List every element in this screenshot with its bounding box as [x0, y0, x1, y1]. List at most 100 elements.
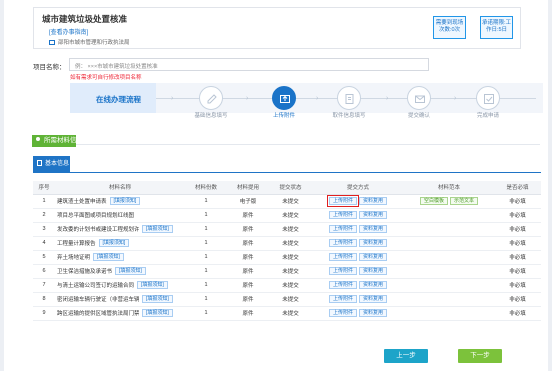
material-name: 弃土场地证明	[57, 255, 91, 261]
upload-attachment-button[interactable]: 上传附件	[328, 309, 357, 317]
table-row: 9 跨区运输的提供区域管执法局门禁... [填报须知] 1 原件 未提交 上传附件 资料复用非…	[33, 306, 541, 321]
basic-info-tab[interactable]: 基本信息	[33, 156, 70, 172]
material-name: 项目总平面图或项目规划红线图	[57, 213, 135, 219]
material-name-cell: 弃土场地证明 [填报须知]	[55, 250, 185, 265]
row-number: 5	[33, 250, 55, 265]
material-type: 原件	[227, 264, 269, 279]
prev-step-button[interactable]: 上一步	[384, 349, 428, 363]
reuse-material-button[interactable]: 资料复用	[359, 239, 388, 247]
project-name-input[interactable]: 例： ×××市城市建筑垃圾处置核准	[69, 58, 429, 71]
step-label: 上传附件	[272, 113, 295, 119]
col-header-name: 材料名称	[55, 181, 185, 195]
service-guide-link[interactable]: [查看办事指南]	[49, 27, 88, 36]
material-name-cell: 与清土运输公司签订的运输合同 [填报须知]	[55, 278, 185, 293]
fill-guide-link[interactable]: [填报须知]	[142, 295, 173, 303]
table-row: 4 工程量计算报告 [填报须知] 1 原件 未提交 上传附件 资料复用 非必填	[33, 236, 541, 251]
building-icon	[49, 40, 55, 45]
fill-guide-link[interactable]: [填报须知]	[142, 309, 173, 317]
reuse-material-button[interactable]: 资料复用	[359, 267, 388, 275]
table-row: 8密闭运输车辆行驶证（非营运车辆）或道路运输证（营运车辆）[填报须知]1原件未提…	[33, 292, 541, 307]
template-cell	[404, 250, 494, 265]
col-header-type: 材料提用	[227, 181, 269, 195]
next-step-button[interactable]: 下一步	[458, 349, 502, 363]
step-label: 取件信息填写	[332, 113, 366, 119]
reuse-material-button[interactable]: 资料复用	[359, 295, 388, 303]
material-type: 原件	[227, 306, 269, 321]
row-number: 1	[33, 194, 55, 209]
step-circle	[407, 86, 431, 110]
page: 城市建筑垃圾处置核准 [查看办事指南] 邵阳市城市管理和行政执法局 需要到现场 …	[4, 0, 548, 371]
sample-text-button[interactable]: 示范文本	[450, 197, 479, 205]
submit-method-cell: 上传附件 资料复用	[312, 264, 404, 279]
bullet-icon	[36, 137, 40, 141]
template-cell	[404, 222, 494, 237]
fill-guide-link[interactable]: [填报须知]	[137, 281, 168, 289]
fill-guide-link[interactable]: [填报须知]	[115, 267, 146, 275]
fill-guide-link[interactable]: [填报须知]	[98, 239, 130, 247]
blank-template-button[interactable]: 空白模板	[419, 197, 448, 205]
reuse-material-button[interactable]: 资料复用	[359, 253, 388, 261]
reuse-material-button[interactable]: 资料复用	[359, 197, 388, 205]
upload-attachment-button[interactable]: 上传附件	[328, 253, 357, 261]
upload-attachment-button[interactable]: 上传附件	[328, 295, 357, 303]
department-line: 邵阳市城市管理和行政执法局	[49, 38, 130, 46]
section-divider	[32, 144, 540, 145]
submit-status: 未提交	[269, 264, 312, 279]
row-number: 6	[33, 264, 55, 279]
required-flag: 非必填	[494, 250, 541, 265]
material-type: 电子版	[227, 194, 269, 209]
reuse-material-button[interactable]: 资料复用	[359, 225, 388, 233]
material-type: 原件	[227, 208, 269, 223]
materials-section-tab: 所需材料信息	[32, 135, 83, 147]
copies: 1	[185, 208, 227, 223]
material-type: 原件	[227, 250, 269, 265]
material-name: 跨区运输的提供区域管执法局门禁...	[57, 311, 139, 317]
fill-guide-link[interactable]: [填报须知]	[109, 197, 141, 205]
submit-method-cell: 上传附件 资料复用	[312, 208, 404, 223]
col-header-no: 序号	[33, 181, 55, 195]
material-type: 原件	[227, 222, 269, 237]
materials-table: 序号 材料名称 材料份数 材料提用 提交状态 提交方式 材料范本 是否必填 1建…	[33, 181, 541, 321]
step-circle	[337, 86, 361, 110]
row-number: 7	[33, 278, 55, 293]
submit-method-cell: 上传附件 资料复用	[312, 306, 404, 321]
submit-status: 未提交	[269, 250, 312, 265]
table-row: 6 卫生保洁措施及承诺书 [填报须知] 1 原件 未提交 上传附件 资料复用 非必填	[33, 264, 541, 279]
material-name-cell: 工程量计算报告 [填报须知]	[55, 236, 185, 251]
material-name: 发改委的计划书或建设工程规划许...	[57, 227, 139, 233]
check-icon	[484, 94, 494, 104]
upload-attachment-button[interactable]: 上传附件	[326, 195, 360, 207]
copies: 1	[185, 264, 227, 279]
template-cell	[404, 264, 494, 279]
row-number: 3	[33, 222, 55, 237]
upload-attachment-button[interactable]: 上传附件	[328, 281, 357, 289]
submit-method-cell: 上传附件 资料复用	[312, 278, 404, 293]
upload-attachment-button[interactable]: 上传附件	[328, 267, 357, 275]
upload-attachment-button[interactable]: 上传附件	[328, 239, 357, 247]
upload-attachment-button[interactable]: 上传附件	[328, 211, 357, 219]
reuse-material-button[interactable]: 资料复用	[359, 309, 388, 317]
copies: 1	[185, 222, 227, 237]
onsite-visits-tag: 需要到现场 次数:0次	[433, 16, 466, 39]
reuse-material-button[interactable]: 资料复用	[359, 281, 388, 289]
copies: 1	[185, 278, 227, 293]
department-name: 邵阳市城市管理和行政执法局	[58, 40, 130, 46]
step-circle	[199, 86, 223, 110]
material-name-cell: 建筑渣土处置申请表 [填报须知]	[55, 194, 185, 209]
row-number: 9	[33, 306, 55, 321]
copies: 1	[185, 292, 227, 307]
fill-guide-link[interactable]: [填报须知]	[93, 253, 124, 261]
promise-deadline-tag: 承诺期限:工 作日:5日	[480, 16, 513, 39]
submit-status: 未提交	[269, 292, 312, 307]
row-number: 4	[33, 236, 55, 251]
upload-attachment-button[interactable]: 上传附件	[328, 225, 357, 233]
project-name-label: 项目名称：	[33, 64, 66, 71]
material-name-cell: 卫生保洁措施及承诺书 [填报须知]	[55, 264, 185, 279]
required-flag: 非必填	[494, 236, 541, 251]
fill-guide-link[interactable]: [填报须知]	[142, 225, 173, 233]
template-cell	[404, 236, 494, 251]
reuse-material-button[interactable]: 资料复用	[359, 211, 388, 219]
template-cell	[404, 278, 494, 293]
submit-method-cell: 上传附件 资料复用	[312, 236, 404, 251]
col-header-status: 提交状态	[269, 181, 312, 195]
